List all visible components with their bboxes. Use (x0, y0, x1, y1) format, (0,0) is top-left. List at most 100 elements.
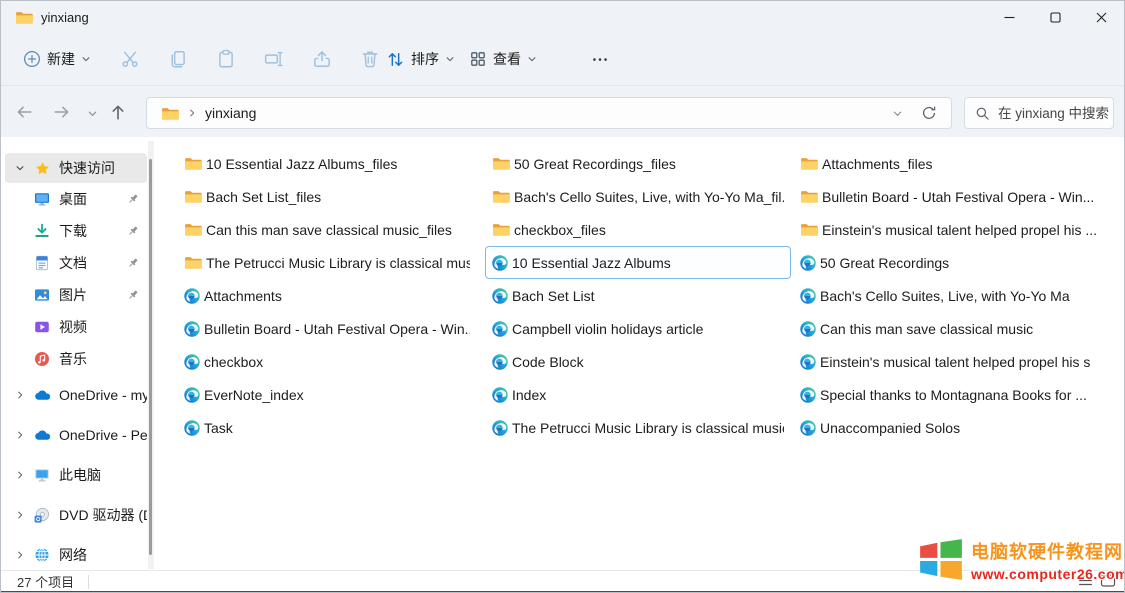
file-item[interactable]: checkbox (177, 345, 477, 378)
recent-locations-button[interactable] (87, 108, 98, 119)
file-item[interactable]: 50 Great Recordings_files (485, 147, 791, 180)
edge-icon (800, 255, 816, 271)
edge-icon (492, 420, 508, 436)
file-item[interactable]: Campbell violin holidays article (485, 312, 791, 345)
file-item[interactable]: Task (177, 411, 477, 444)
sort-button[interactable]: 排序 (382, 43, 459, 75)
close-icon (1096, 12, 1107, 23)
folder-icon (184, 189, 202, 204)
view-button[interactable]: 查看 (465, 43, 541, 75)
file-item[interactable]: Code Block (485, 345, 791, 378)
sidebar-item-pictures[interactable]: 图片 (5, 279, 147, 311)
maximize-button[interactable] (1032, 1, 1078, 33)
file-name: 50 Great Recordings (820, 255, 949, 271)
file-item[interactable]: Can this man save classical music (793, 312, 1123, 345)
file-item[interactable]: Can this man save classical music_files (177, 213, 477, 246)
sidebar-item-videos[interactable]: 视频 (5, 311, 147, 343)
search-input[interactable] (996, 105, 1118, 122)
window-chrome: yinxiang 新建 (1, 1, 1124, 137)
edge-icon (492, 255, 508, 271)
file-name: Task (204, 420, 233, 436)
more-options-button[interactable] (586, 43, 614, 75)
chevron-right-icon (187, 108, 197, 118)
thumbnail-view-icon[interactable] (1100, 573, 1116, 588)
pictures-icon (31, 287, 53, 303)
sidebar-item-dvd-drive[interactable]: DVD 驱动器 (D:) (5, 495, 147, 535)
sidebar-item-quick-access[interactable]: 快速访问 (5, 153, 147, 183)
file-item[interactable]: Einstein's musical talent helped propel … (793, 213, 1123, 246)
file-item[interactable]: Einstein's musical talent helped propel … (793, 345, 1123, 378)
copy-button[interactable] (164, 43, 192, 75)
sidebar-item-network[interactable]: 网络 (5, 535, 147, 570)
rename-icon (264, 49, 284, 69)
file-item[interactable]: Attachments (177, 279, 477, 312)
copy-icon (168, 49, 188, 69)
file-item[interactable]: Bach Set List (485, 279, 791, 312)
breadcrumb-folder[interactable]: yinxiang (205, 105, 256, 121)
file-item[interactable]: The Petrucci Music Library is classical … (177, 246, 477, 279)
file-item[interactable]: Bach Set List_files (177, 180, 477, 213)
file-name: The Petrucci Music Library is classical … (206, 255, 470, 271)
desktop-icon (31, 191, 53, 207)
edge-icon (492, 288, 508, 304)
file-item[interactable]: Index (485, 378, 791, 411)
address-dropdown-icon[interactable] (892, 108, 903, 119)
file-name: 50 Great Recordings_files (514, 156, 676, 172)
sidebar-item-this-pc[interactable]: 此电脑 (5, 455, 147, 495)
file-item[interactable]: Bulletin Board - Utah Festival Opera - W… (793, 180, 1123, 213)
file-item[interactable]: Special thanks to Montagnana Books for .… (793, 378, 1123, 411)
rename-button[interactable] (260, 43, 288, 75)
sidebar-item-downloads[interactable]: 下载 (5, 215, 147, 247)
delete-button[interactable] (356, 43, 384, 75)
cut-icon (120, 49, 140, 69)
view-label: 查看 (493, 49, 521, 69)
file-column: Attachments_filesBulletin Board - Utah F… (793, 147, 1123, 444)
search-box[interactable] (964, 97, 1114, 129)
address-bar[interactable]: yinxiang (146, 97, 952, 129)
onedrive-icon (31, 429, 53, 441)
network-icon (31, 547, 53, 563)
minimize-button[interactable] (986, 1, 1032, 33)
file-item[interactable]: The Petrucci Music Library is classical … (485, 411, 791, 444)
sort-label: 排序 (411, 49, 439, 69)
up-button[interactable] (109, 103, 127, 121)
cut-button[interactable] (116, 43, 144, 75)
file-item[interactable]: checkbox_files (485, 213, 791, 246)
sidebar-item-label: DVD 驱动器 (D:) (59, 505, 147, 525)
onedrive-icon (31, 389, 53, 401)
edge-icon (800, 354, 816, 370)
title-bar: yinxiang (1, 1, 1124, 33)
file-item[interactable]: 10 Essential Jazz Albums_files (177, 147, 477, 180)
sidebar-item-desktop[interactable]: 桌面 (5, 183, 147, 215)
file-item-selected[interactable]: 10 Essential Jazz Albums (485, 246, 791, 279)
share-icon (312, 49, 332, 69)
file-item[interactable]: Bach's Cello Suites, Live, with Yo-Yo Ma (793, 279, 1123, 312)
file-name: Bach's Cello Suites, Live, with Yo-Yo Ma (820, 288, 1070, 304)
share-button[interactable] (308, 43, 336, 75)
sidebar-item-music[interactable]: 音乐 (5, 343, 147, 375)
sidebar-item-onedrive-2[interactable]: OneDrive - Pers (5, 415, 147, 455)
refresh-icon[interactable] (921, 105, 937, 121)
chevron-down-icon (445, 54, 455, 64)
sidebar-item-onedrive-1[interactable]: OneDrive - myc (5, 375, 147, 415)
paste-button[interactable] (212, 43, 240, 75)
forward-button[interactable] (53, 103, 71, 121)
details-view-icon[interactable] (1077, 573, 1094, 588)
file-name: Special thanks to Montagnana Books for .… (820, 387, 1087, 403)
back-button[interactable] (15, 103, 33, 121)
sidebar-item-label: 下载 (59, 221, 125, 241)
file-item[interactable]: Bulletin Board - Utah Festival Opera - W… (177, 312, 477, 345)
edge-icon (492, 321, 508, 337)
file-item[interactable]: Unaccompanied Solos (793, 411, 1123, 444)
new-button[interactable]: 新建 (19, 43, 95, 75)
file-item[interactable]: Attachments_files (793, 147, 1123, 180)
sidebar-item-documents[interactable]: 文档 (5, 247, 147, 279)
sidebar-scrollbar-thumb[interactable] (149, 159, 152, 555)
file-name: Index (512, 387, 546, 403)
folder-icon (800, 189, 818, 204)
file-item[interactable]: 50 Great Recordings (793, 246, 1123, 279)
file-name: Bulletin Board - Utah Festival Opera - W… (204, 321, 470, 337)
file-item[interactable]: Bach's Cello Suites, Live, with Yo-Yo Ma… (485, 180, 791, 213)
close-button[interactable] (1078, 1, 1124, 33)
file-item[interactable]: EverNote_index (177, 378, 477, 411)
